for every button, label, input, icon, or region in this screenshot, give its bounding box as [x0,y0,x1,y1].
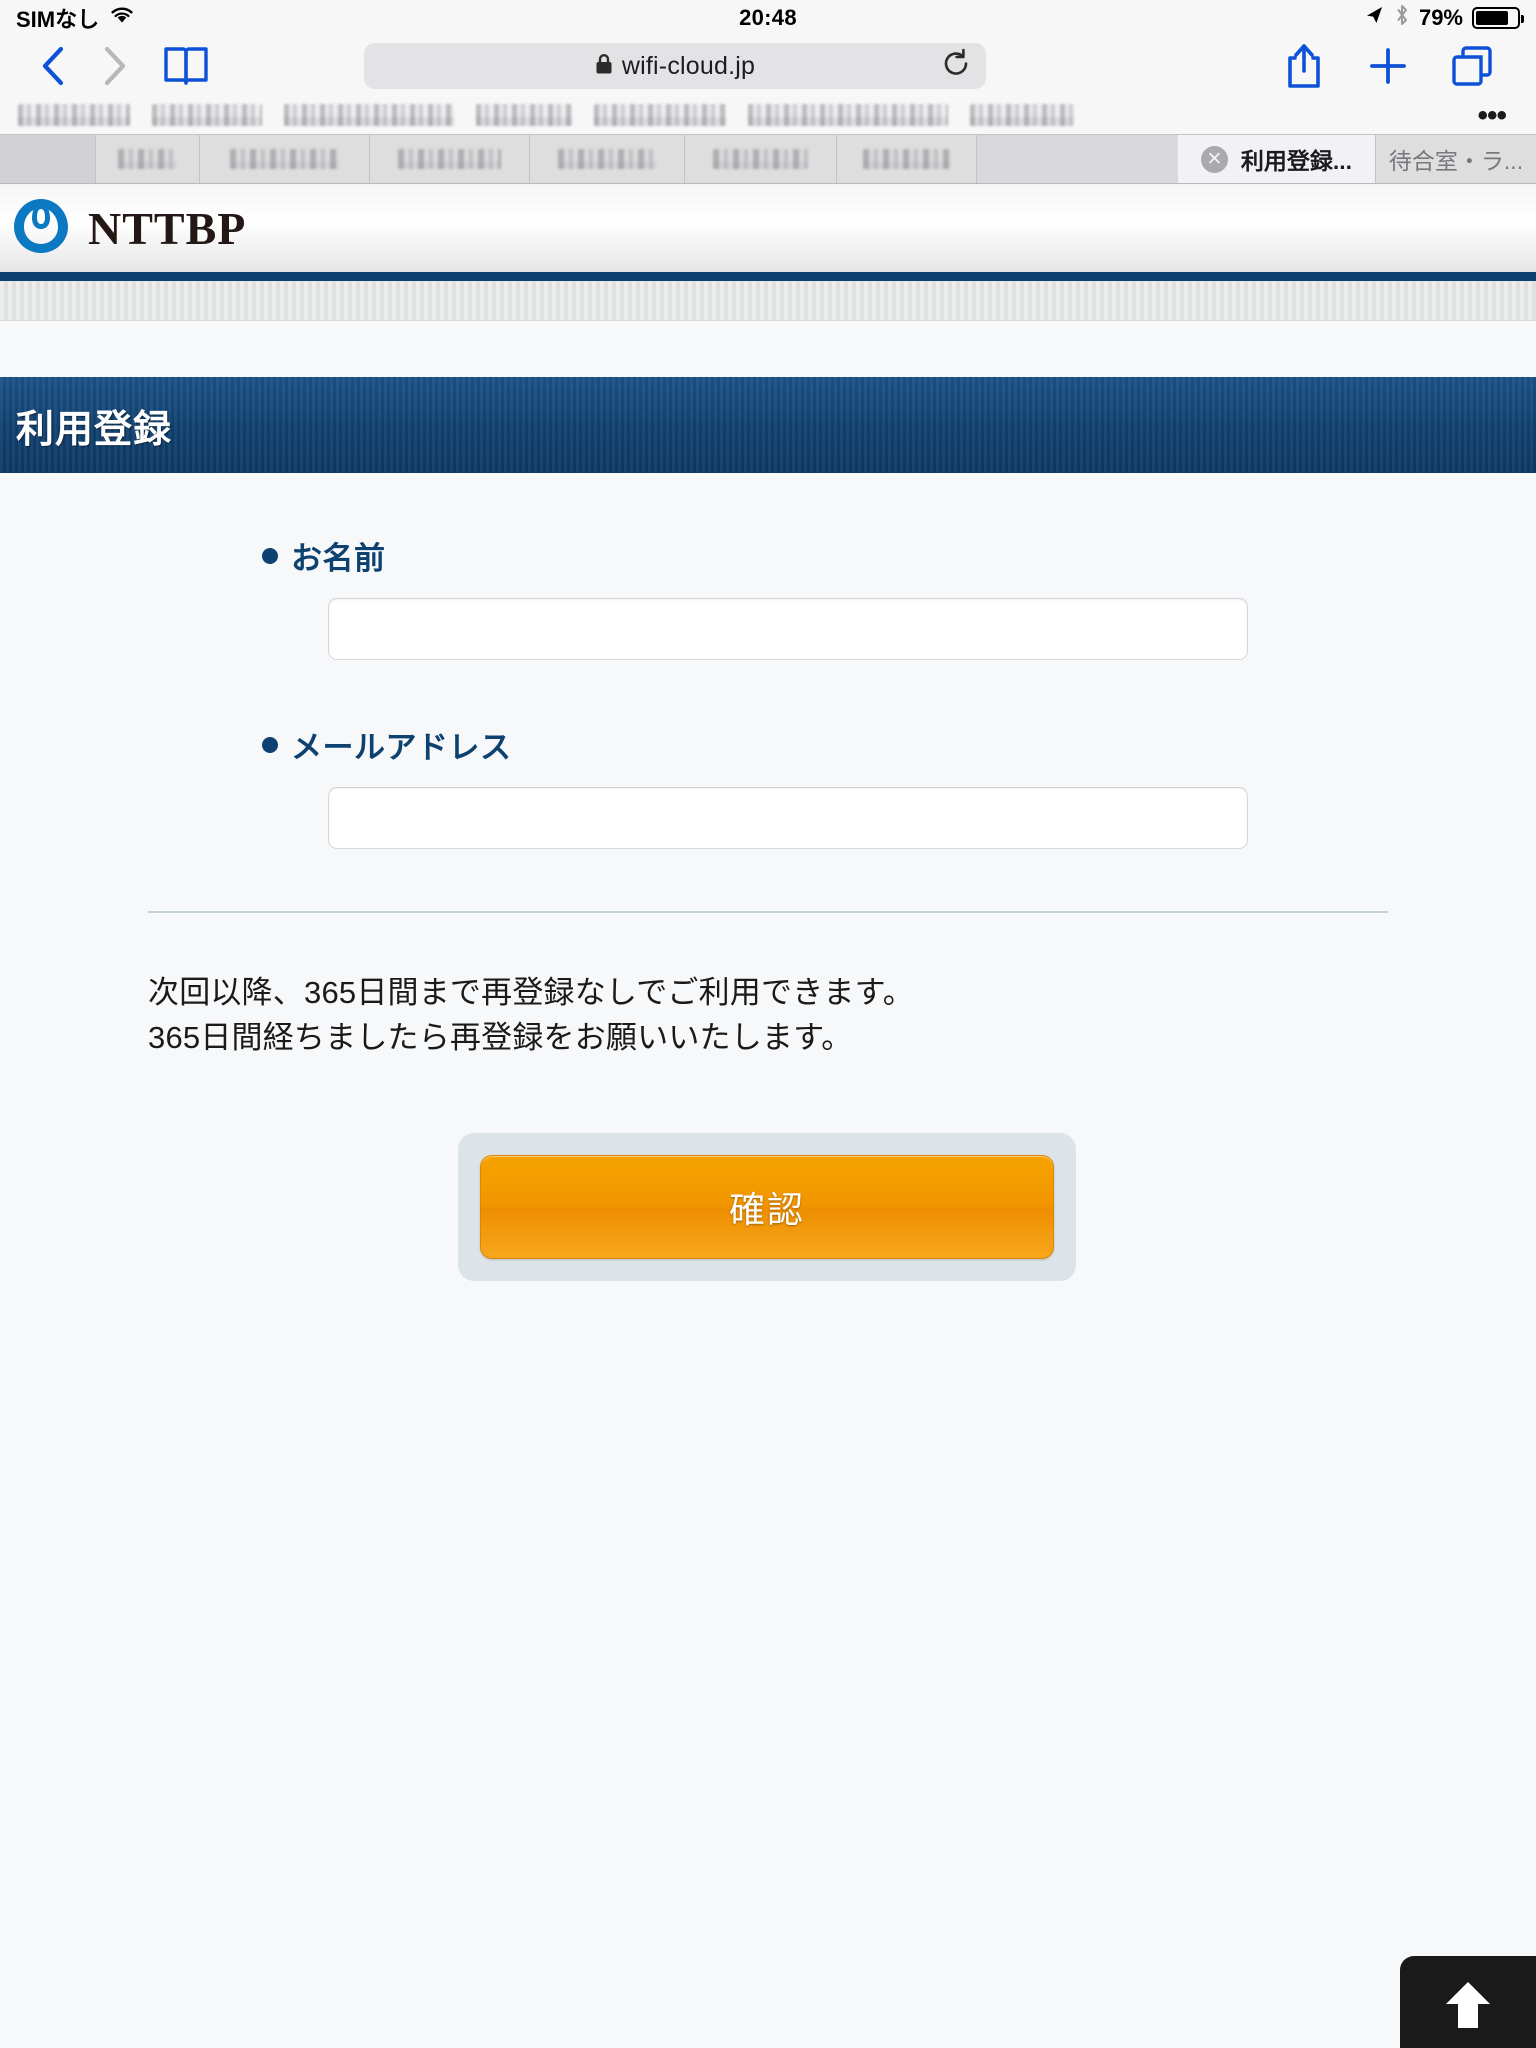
toolbar-right-actions [1262,40,1514,92]
tab-label-obscured [118,149,177,169]
navy-rule-divider [0,272,1536,281]
tab-background-5[interactable] [530,135,685,183]
tabs-overview-icon [1452,46,1492,86]
tab-background-1[interactable] [0,135,96,183]
close-icon[interactable]: ✕ [1200,145,1228,173]
note-line-2: 365日間経ちましたら再登録をお願いいたします。 [148,1019,853,1055]
chevron-left-icon [42,46,64,86]
address-bar-content: wifi-cloud.jp [595,52,755,81]
tab-label: 利用登録... [1240,148,1353,174]
tab-active-riyou-touroku[interactable]: ✕ 利用登録... [1178,135,1376,183]
tab-label-obscured [398,149,501,169]
tab-label-obscured [712,149,809,169]
bookmarks-button[interactable] [146,42,226,90]
book-icon [164,47,208,85]
status-bar: SIMなし 20:48 79% [0,0,1536,36]
tab-label-obscured [557,149,657,169]
confirm-button-frame: 確認 [458,1132,1076,1281]
label-text: お名前 [291,541,386,576]
tab-label: 待合室・ラ... [1388,148,1524,174]
tab-background-7[interactable] [837,135,977,183]
field-group-name: お名前 [0,533,1536,660]
favorite-5[interactable] [594,104,726,126]
favorite-3[interactable] [284,104,454,126]
share-icon [1288,44,1320,88]
favorite-2[interactable] [152,104,262,126]
arrow-up-icon [1446,1982,1490,2028]
lock-icon [595,53,613,79]
favorite-1[interactable] [18,104,130,126]
page-title-bar: 利用登録 [0,377,1536,473]
web-page: NTTBP 利用登録 お名前 メールアドレス 次回以降、365日間まで再登録なし… [0,184,1536,1281]
field-label-email: メールアドレス [262,722,1536,767]
background-tabs [0,135,1178,183]
back-button[interactable] [22,42,84,90]
tab-background-6[interactable] [685,135,837,183]
tab-bar: ✕ 利用登録... 待合室・ラ... [0,134,1536,184]
tab-label-obscured [863,149,950,169]
tab-background-4[interactable] [370,135,530,183]
note-line-1: 次回以降、365日間まで再登録なしでご利用できます。 [148,975,914,1010]
reload-icon [944,48,968,75]
favorites-bar: ••• [0,96,1536,134]
address-bar[interactable]: wifi-cloud.jp [364,43,986,89]
email-input[interactable] [328,787,1248,849]
name-input[interactable] [328,598,1248,660]
forward-button[interactable] [84,42,146,90]
tab-machiaishitsu[interactable]: 待合室・ラ... [1376,135,1536,183]
new-tab-button[interactable] [1346,40,1430,92]
status-right: 79% [1363,3,1524,33]
field-group-email: メールアドレス [0,722,1536,849]
label-text: メールアドレス [291,730,512,765]
registration-note: 次回以降、365日間まで再登録なしでご利用できます。 365日間経ちましたら再登… [148,971,1536,1061]
battery-percent-label: 79% [1418,5,1463,30]
tab-background-3[interactable] [200,135,370,183]
site-logo-text: NTTBP [88,202,247,254]
plus-icon [1370,48,1406,84]
section-divider [148,911,1388,913]
more-dots-icon[interactable]: ••• [1477,100,1518,130]
favorite-7[interactable] [970,104,1074,126]
nttbp-ring-icon [10,195,72,262]
tab-label-obscured [229,149,340,169]
confirm-button[interactable]: 確認 [480,1154,1054,1259]
share-button[interactable] [1262,40,1346,92]
battery-icon [1472,7,1524,29]
browser-toolbar: wifi-cloud.jp [0,36,1536,96]
field-label-name: お名前 [262,533,1536,578]
bullet-icon [262,547,278,564]
scroll-to-top-button[interactable] [1400,1956,1536,2048]
url-text: wifi-cloud.jp [621,51,756,80]
favorite-6[interactable] [748,104,948,126]
favorite-4[interactable] [476,104,572,126]
site-logo[interactable]: NTTBP [10,195,246,262]
reload-button[interactable] [942,48,970,84]
clock: 20:48 [739,5,797,30]
content-spacer [0,321,1536,377]
tab-background-2[interactable] [96,135,200,183]
tabs-overview-button[interactable] [1430,40,1514,92]
site-header: NTTBP [0,184,1536,272]
registration-form: お名前 メールアドレス 次回以降、365日間まで再登録なしでご利用できます。 3… [0,473,1536,1281]
chevron-right-icon [104,46,126,86]
location-arrow-icon [1363,4,1385,32]
bullet-icon [262,736,278,753]
striped-band [0,281,1536,321]
favorites-list [18,104,1074,126]
browser-chrome: SIMなし 20:48 79% wifi-cloud.jp ••• ✕ 利用登録… [0,0,1536,184]
bluetooth-icon [1394,3,1410,33]
page-title: 利用登録 [16,408,173,451]
